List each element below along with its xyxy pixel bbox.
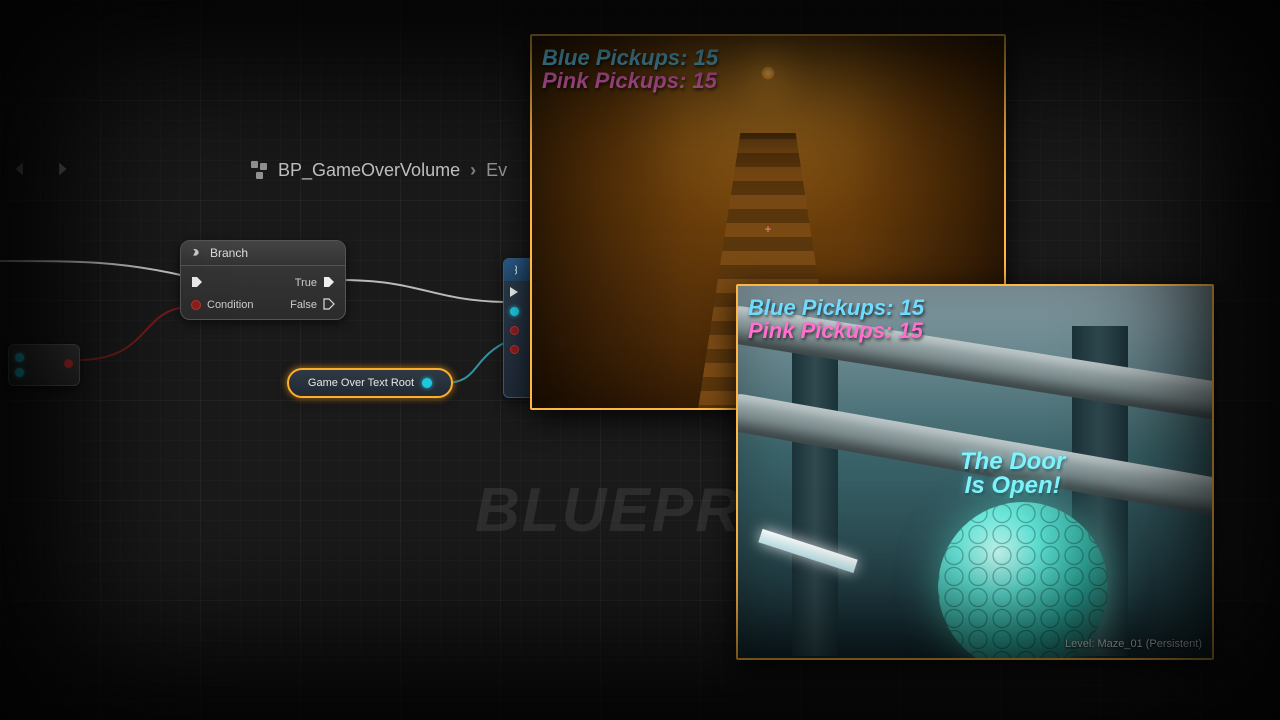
breadcrumb-separator: › (470, 160, 476, 181)
target-pin[interactable] (510, 307, 519, 316)
condition-label: Condition (207, 299, 253, 311)
hud-overlay: Blue Pickups: 15 Pink Pickups: 15 (748, 296, 924, 342)
nav-forward-button[interactable] (50, 158, 72, 185)
game-screenshot-door: The Door Is Open! Blue Pickups: 15 Pink … (736, 284, 1214, 660)
crosshair-icon: + (764, 222, 771, 236)
hud-pink-value: 15 (692, 68, 716, 93)
history-nav (10, 158, 72, 185)
exec-true-pin[interactable] (323, 276, 335, 291)
torch-light (761, 66, 775, 80)
graph-node-clipped[interactable] (503, 258, 533, 398)
pin-output-cyan[interactable] (15, 353, 24, 362)
pin-output-red[interactable] (64, 359, 73, 368)
pin-output-cyan[interactable] (15, 368, 24, 377)
door-line2: Is Open! (960, 474, 1065, 498)
branch-node[interactable]: Branch True Condition False (180, 240, 346, 320)
hud-pink-label: Pink Pickups: (748, 318, 892, 343)
breadcrumb: BP_GameOverVolume › Ev (250, 160, 507, 181)
energy-orb (938, 502, 1108, 660)
nav-back-button[interactable] (10, 158, 32, 185)
true-label: True (295, 277, 317, 289)
hud-blue-label: Blue Pickups: (542, 45, 687, 70)
hud-blue-value: 15 (694, 45, 718, 70)
exec-in-pin[interactable] (510, 287, 518, 297)
blueprint-icon (250, 162, 268, 180)
variable-node-game-over-text-root[interactable]: Game Over Text Root (287, 368, 453, 398)
door-open-text: The Door Is Open! (960, 450, 1065, 498)
branch-icon (191, 247, 204, 260)
variable-label: Game Over Text Root (308, 377, 414, 389)
false-label: False (290, 299, 317, 311)
level-label: Level: Maze_01 (Persistent) (1065, 638, 1202, 650)
condition-pin[interactable] (191, 300, 201, 310)
breadcrumb-root[interactable]: BP_GameOverVolume (278, 160, 460, 181)
graph-node-partial[interactable] (8, 344, 80, 386)
branch-title-text: Branch (210, 246, 248, 260)
branch-node-title: Branch (181, 241, 345, 266)
bool-pin[interactable] (510, 326, 519, 335)
pillar (792, 346, 838, 656)
function-node-header (504, 259, 532, 281)
hud-overlay: Blue Pickups: 15 Pink Pickups: 15 (542, 46, 718, 92)
variable-output-pin[interactable] (422, 378, 432, 388)
hud-pink-value: 15 (898, 318, 922, 343)
hud-blue-label: Blue Pickups: (748, 295, 893, 320)
exec-false-pin[interactable] (323, 298, 335, 313)
hud-pink-label: Pink Pickups: (542, 68, 686, 93)
breadcrumb-tail[interactable]: Ev (486, 160, 507, 181)
door-line1: The Door (960, 450, 1065, 474)
hud-blue-value: 15 (900, 295, 924, 320)
exec-in-pin[interactable] (191, 276, 203, 291)
bool-pin[interactable] (510, 345, 519, 354)
